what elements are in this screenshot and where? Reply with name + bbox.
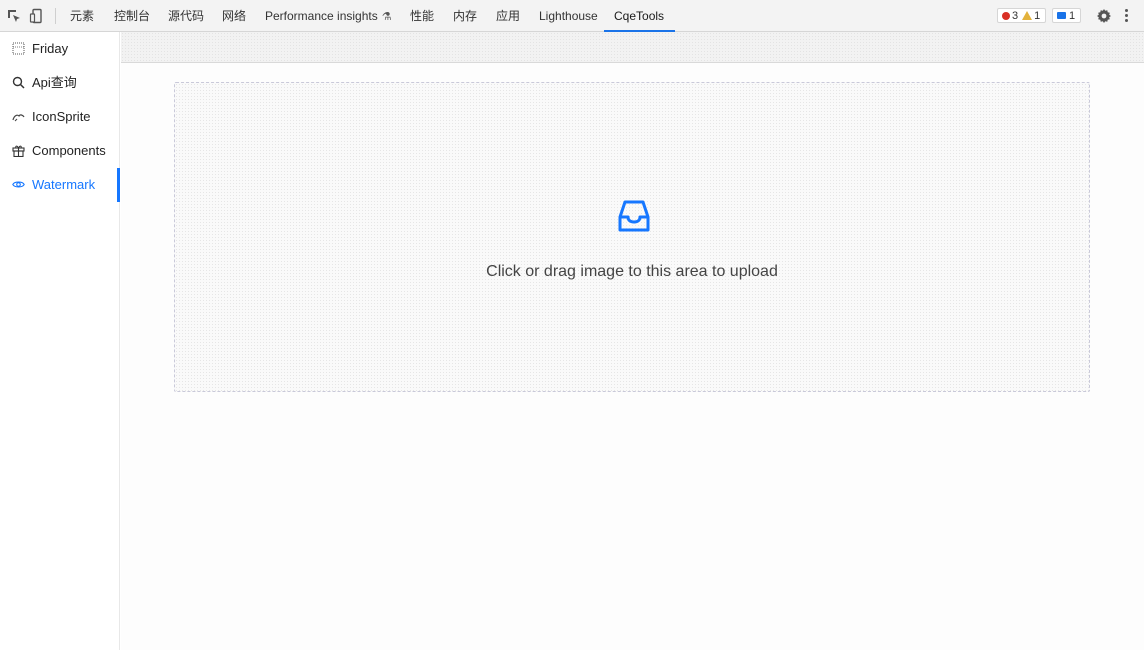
- eye-icon: [12, 181, 25, 188]
- sidebar-item-label: Components: [32, 143, 106, 158]
- messages-badge[interactable]: 1: [1052, 8, 1081, 23]
- tab-lighthouse[interactable]: Lighthouse: [539, 0, 598, 31]
- sidebar-item-components[interactable]: Components: [0, 134, 120, 168]
- toolbar-divider: [55, 8, 56, 24]
- inbox-icon: [618, 200, 650, 232]
- gear-icon[interactable]: [1096, 8, 1112, 24]
- error-count: 3: [1012, 10, 1019, 22]
- search-icon: [12, 76, 25, 89]
- error-icon: [1002, 12, 1010, 20]
- device-toolbar-icon[interactable]: [29, 8, 45, 24]
- tab-performance-insights[interactable]: Performance insights ⚗: [265, 0, 392, 31]
- sidebar-item-iconsprite[interactable]: IconSprite: [0, 100, 120, 134]
- grid-dotted-icon: [12, 42, 25, 55]
- warning-icon: [1022, 11, 1033, 20]
- cloud-sketch-icon: [12, 114, 25, 122]
- gift-icon: [12, 145, 25, 157]
- devtools-tabbar: 元素 控制台 源代码 网络 Performance insights ⚗ 性能 内…: [0, 0, 1144, 32]
- main-header-band: [121, 32, 1144, 63]
- sidebar-item-label: IconSprite: [32, 109, 91, 124]
- tab-elements[interactable]: 元素: [70, 0, 94, 31]
- upload-hint-text: Click or drag image to this area to uplo…: [486, 263, 778, 280]
- sidebar-item-watermark[interactable]: Watermark: [0, 168, 120, 202]
- message-icon: [1057, 12, 1066, 19]
- tab-console[interactable]: 控制台: [114, 0, 150, 31]
- tab-memory[interactable]: 内存: [453, 0, 477, 31]
- sidebar-item-label: Watermark: [32, 177, 96, 192]
- more-vertical-icon[interactable]: [1125, 8, 1129, 24]
- experiment-flask-icon: ⚗: [381, 11, 392, 23]
- tab-cqetools[interactable]: CqeTools: [603, 0, 676, 32]
- sidebar-item-friday[interactable]: Friday: [0, 32, 120, 66]
- warning-count: 1: [1034, 10, 1041, 22]
- sidebar-item-api-query[interactable]: Api查询: [0, 66, 120, 100]
- tab-application[interactable]: 应用: [496, 0, 520, 31]
- inspect-element-icon[interactable]: [6, 8, 22, 24]
- issues-badge[interactable]: 31: [997, 8, 1046, 23]
- tab-sources[interactable]: 源代码: [168, 0, 204, 31]
- sidebar: Friday Api查询 IconSprite Components Water…: [0, 32, 120, 650]
- tab-network[interactable]: 网络: [222, 0, 246, 31]
- tab-performance-insights-label: Performance insights: [265, 9, 378, 23]
- tab-performance[interactable]: 性能: [410, 0, 434, 31]
- message-count: 1: [1069, 10, 1076, 22]
- image-upload-dropzone[interactable]: Click or drag image to this area to uplo…: [174, 82, 1090, 392]
- sidebar-item-label: Friday: [32, 41, 69, 56]
- sidebar-item-label: Api查询: [32, 75, 77, 90]
